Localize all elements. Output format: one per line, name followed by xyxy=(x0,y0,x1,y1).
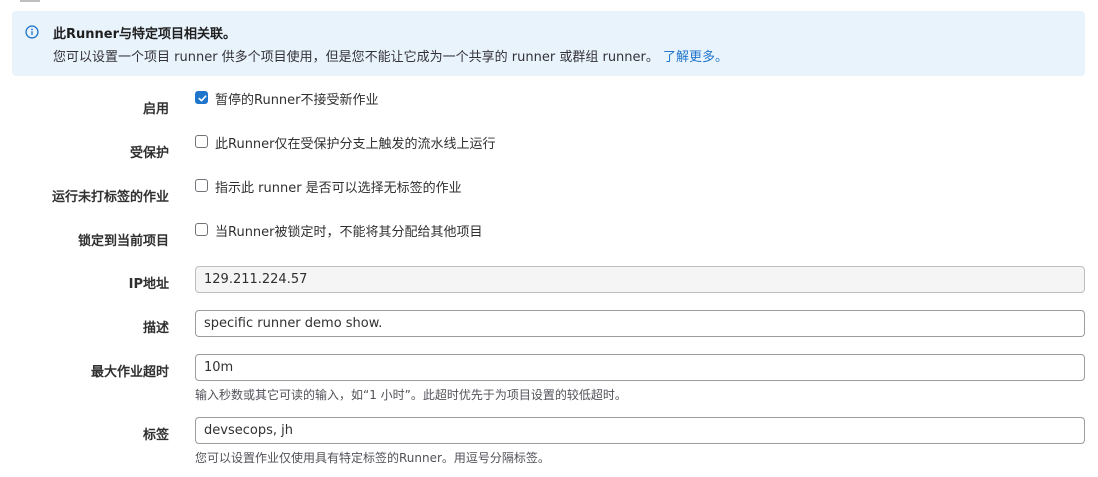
active-label: 启用 xyxy=(142,102,169,117)
locked-label: 锁定到当前项目 xyxy=(77,234,169,249)
checkmark-icon xyxy=(198,95,207,102)
info-alert: 此Runner与特定项目相关联。 您可以设置一个项目 runner 供多个项目使… xyxy=(12,11,1085,76)
ip-address-input[interactable] xyxy=(195,266,1085,293)
max-timeout-help: 输入秒数或其它可读的输入，如“1 小时”。此超时优先于为项目设置的较低超时。 xyxy=(195,388,627,402)
run-untagged-text: 指示此 runner 是否可以选择无标签的作业 xyxy=(215,181,462,196)
protected-checkbox[interactable] xyxy=(195,135,208,148)
description-label: 描述 xyxy=(142,321,169,336)
top-divider xyxy=(20,0,40,2)
alert-body-text: 您可以设置一个项目 runner 供多个项目使用，但是您不能让它成为一个共享的 … xyxy=(53,50,659,65)
tags-help: 您可以设置作业仅使用具有特定标签的Runner。用逗号分隔标签。 xyxy=(195,451,550,465)
locked-checkbox[interactable] xyxy=(195,223,208,236)
run-untagged-label: 运行未打标签的作业 xyxy=(51,190,169,205)
description-input[interactable] xyxy=(195,310,1085,337)
protected-label: 受保护 xyxy=(129,146,169,161)
ip-address-label: IP地址 xyxy=(128,277,169,292)
tags-label: 标签 xyxy=(142,428,169,443)
run-untagged-checkbox[interactable] xyxy=(195,179,208,192)
active-checkbox[interactable] xyxy=(195,91,208,104)
locked-text: 当Runner被锁定时，不能将其分配给其他项目 xyxy=(215,225,483,240)
tags-input[interactable] xyxy=(195,417,1085,444)
protected-text: 此Runner仅在受保护分支上触发的流水线上运行 xyxy=(215,137,496,152)
alert-body: 您可以设置一个项目 runner 供多个项目使用，但是您不能让它成为一个共享的 … xyxy=(53,46,728,65)
alert-title: 此Runner与特定项目相关联。 xyxy=(53,27,237,42)
active-text: 暂停的Runner不接受新作业 xyxy=(215,93,379,108)
max-timeout-input[interactable] xyxy=(195,354,1085,381)
learn-more-link[interactable]: 了解更多。 xyxy=(663,50,728,65)
info-circle-icon xyxy=(25,25,39,39)
max-timeout-label: 最大作业超时 xyxy=(90,365,169,380)
